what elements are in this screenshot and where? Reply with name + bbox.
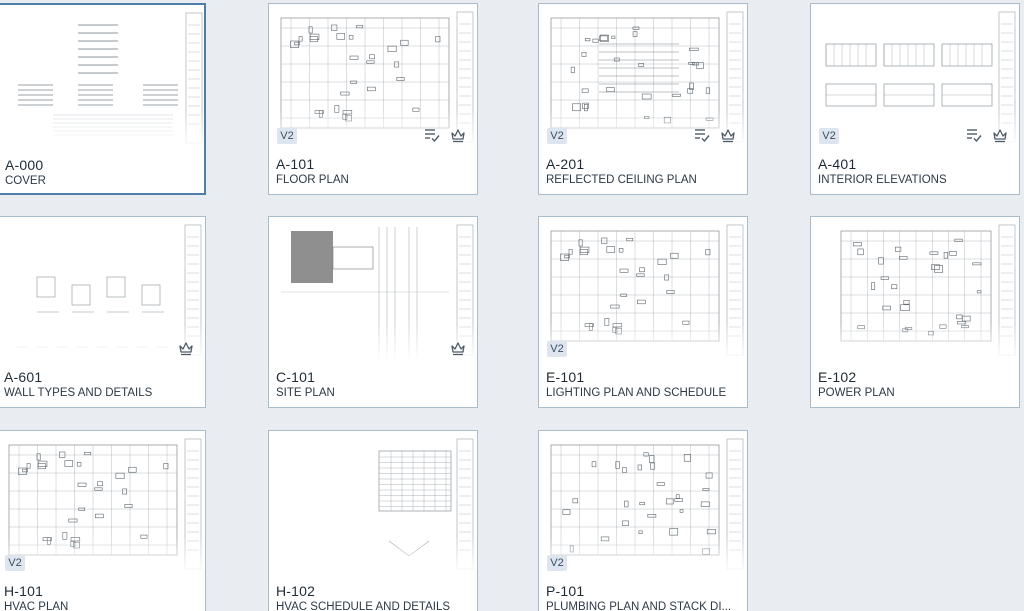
version-badge: V2 [547,555,567,571]
crown-icon[interactable] [991,126,1009,144]
sheet-thumbnail[interactable] [0,5,204,150]
sheet-card[interactable]: V2 H-101 HVAC PLAN [0,430,206,611]
sheet-title: HVAC SCHEDULE AND DETAILS [276,601,451,611]
sheet-number: E-102 [818,369,857,385]
review-checklist-icon[interactable] [693,126,711,144]
sheet-info: H-102 HVAC SCHEDULE AND DETAILS [276,582,471,611]
sheet-number: A-101 [276,156,315,172]
sheet-status-icons [965,126,1009,144]
sheet-info: A-201 REFLECTED CEILING PLAN [546,155,741,187]
sheet-thumbnail[interactable] [269,217,477,362]
version-badge: V2 [277,128,297,144]
sheet-info: H-101 HVAC PLAN [4,582,199,611]
sheet-title: SITE PLAN [276,387,335,399]
crown-icon[interactable] [449,126,467,144]
version-badge: V2 [819,128,839,144]
sheet-thumbnail[interactable] [539,431,747,576]
sheet-title: HVAC PLAN [4,601,69,611]
sheet-status-icons [423,126,467,144]
review-checklist-icon[interactable] [423,126,441,144]
sheet-info: C-101 SITE PLAN [276,368,471,400]
sheet-thumbnail[interactable] [539,217,747,362]
sheet-number: H-102 [276,583,316,599]
sheet-number: A-000 [5,157,44,173]
sheet-info: E-101 LIGHTING PLAN AND SCHEDULE [546,368,741,400]
sheet-card[interactable]: V2 A-401 INTERIOR ELEVATIONS [810,3,1020,195]
sheet-card[interactable]: V2 A-101 FLOOR PLAN [268,3,478,195]
sheet-card[interactable]: V2 P-101 PLUMBING PLAN AND STACK DI... [538,430,748,611]
sheet-title: FLOOR PLAN [276,174,349,186]
sheet-status-icons [449,339,467,357]
sheet-card[interactable]: H-102 HVAC SCHEDULE AND DETAILS [268,430,478,611]
sheet-number: H-101 [4,583,44,599]
sheet-title: POWER PLAN [818,387,895,399]
sheet-card[interactable]: A-601 WALL TYPES AND DETAILS [0,216,206,408]
sheet-number: A-401 [818,156,857,172]
sheet-card[interactable]: V2 A-201 REFLECTED CEILING PLAN [538,3,748,195]
sheet-card[interactable]: A-000 COVER [0,3,206,195]
sheet-number: P-101 [546,583,585,599]
crown-icon[interactable] [719,126,737,144]
sheet-thumbnail[interactable] [0,431,205,576]
crown-icon[interactable] [449,339,467,357]
sheet-info: A-000 COVER [5,156,198,188]
sheet-info: A-101 FLOOR PLAN [276,155,471,187]
sheet-grid: A-000 COVER V2 A-101 FLOOR PLAN V2 A-201 REFLEC… [0,0,1024,611]
sheet-info: P-101 PLUMBING PLAN AND STACK DI... [546,582,741,611]
sheet-number: A-601 [4,369,43,385]
sheet-info: A-601 WALL TYPES AND DETAILS [4,368,199,400]
sheet-status-icons [693,126,737,144]
sheet-card[interactable]: V2 E-101 LIGHTING PLAN AND SCHEDULE [538,216,748,408]
sheet-title: INTERIOR ELEVATIONS [818,174,947,186]
sheet-title: LIGHTING PLAN AND SCHEDULE [546,387,727,399]
sheet-thumbnail[interactable] [0,217,205,362]
sheet-title: REFLECTED CEILING PLAN [546,174,697,186]
sheet-card[interactable]: C-101 SITE PLAN [268,216,478,408]
sheet-status-icons [177,339,195,357]
crown-icon[interactable] [177,339,195,357]
sheet-info: A-401 INTERIOR ELEVATIONS [818,155,1013,187]
sheet-title: COVER [5,175,46,187]
review-checklist-icon[interactable] [965,126,983,144]
sheet-number: A-201 [546,156,585,172]
sheet-number: E-101 [546,369,585,385]
version-badge: V2 [5,555,25,571]
version-badge: V2 [547,341,567,357]
sheet-card[interactable]: E-102 POWER PLAN [810,216,1020,408]
version-badge: V2 [547,128,567,144]
sheet-title: PLUMBING PLAN AND STACK DI... [546,601,732,611]
sheet-title: WALL TYPES AND DETAILS [4,387,153,399]
sheet-thumbnail[interactable] [269,431,477,576]
sheet-number: C-101 [276,369,316,385]
sheet-thumbnail[interactable] [811,217,1019,362]
sheet-info: E-102 POWER PLAN [818,368,1013,400]
